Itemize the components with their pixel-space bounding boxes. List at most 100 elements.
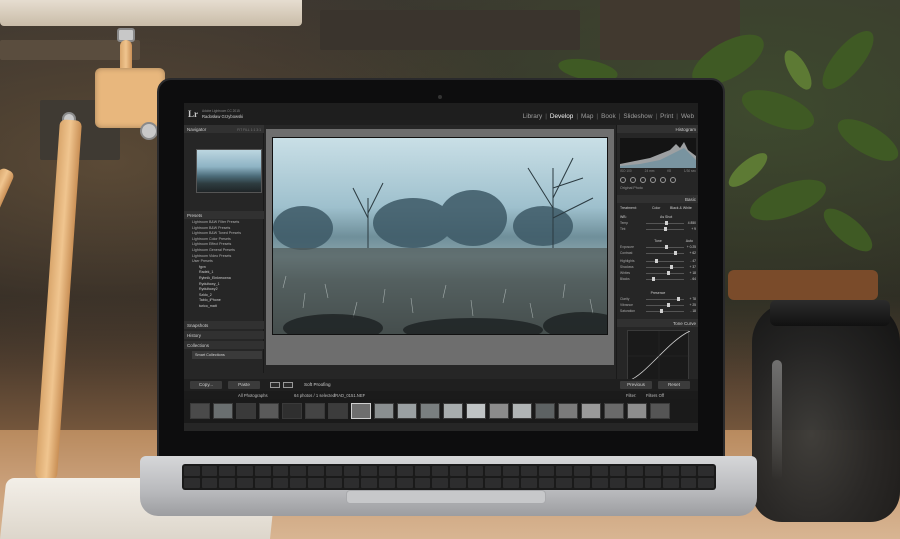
tone-auto-button[interactable]: Auto	[686, 239, 693, 243]
background-book	[320, 10, 580, 50]
copy-settings-button[interactable]: Copy...	[190, 381, 222, 389]
slider-track[interactable]	[646, 311, 684, 312]
history-header[interactable]: History	[184, 331, 264, 339]
filmstrip-thumbnail[interactable]	[466, 403, 486, 419]
before-after-icon[interactable]	[283, 382, 293, 388]
collections-header[interactable]: Collections	[184, 341, 264, 349]
navigator-preview[interactable]	[196, 149, 262, 193]
reset-button[interactable]: Reset	[658, 381, 690, 389]
graduated-filter-icon[interactable]	[650, 177, 656, 183]
filmstrip-thumbnail[interactable]	[535, 403, 555, 419]
filmstrip-thumbnail[interactable]	[305, 403, 325, 419]
previous-button[interactable]: Previous	[620, 381, 652, 389]
filmstrip-thumbnail[interactable]	[213, 403, 233, 419]
filmstrip-thumbnail[interactable]	[190, 403, 210, 419]
treatment-color-option[interactable]: Color	[652, 206, 660, 210]
snapshots-header[interactable]: Snapshots	[184, 321, 264, 329]
slider-thumb[interactable]	[665, 245, 669, 249]
lamp-joint	[95, 68, 165, 128]
slider-track[interactable]	[646, 267, 684, 268]
user-preset[interactable]: turico_matt	[192, 304, 262, 310]
filmstrip-thumbnail[interactable]	[581, 403, 601, 419]
slider-thumb[interactable]	[669, 265, 673, 269]
slider-track[interactable]	[646, 305, 684, 306]
filmstrip-thumbnail[interactable]	[374, 403, 394, 419]
trackpad	[346, 490, 546, 504]
wb-select[interactable]: As Shot	[660, 215, 672, 219]
histogram-header[interactable]: Histogram	[617, 125, 698, 133]
filmstrip-thumbnail[interactable]	[397, 403, 417, 419]
slider-thumb[interactable]	[655, 259, 659, 263]
spot-removal-icon[interactable]	[630, 177, 636, 183]
slider-value[interactable]: + 62	[689, 251, 696, 255]
slider-row: Blacks - 64	[620, 277, 696, 282]
slider-value[interactable]: + 18	[689, 271, 696, 275]
filmstrip-thumbnail[interactable]	[512, 403, 532, 419]
filmstrip-thumbnail[interactable]	[351, 403, 371, 419]
slider-thumb[interactable]	[677, 297, 681, 301]
keyboard-key	[574, 466, 590, 476]
soft-proofing-toggle[interactable]: Soft Proofing	[304, 382, 331, 387]
view-mode-icon[interactable]	[270, 382, 280, 388]
red-eye-icon[interactable]	[640, 177, 646, 183]
slider-thumb[interactable]	[674, 251, 678, 255]
slider-track[interactable]	[646, 261, 684, 262]
paste-settings-button[interactable]: Paste	[228, 381, 260, 389]
filmstrip-thumbnail[interactable]	[236, 403, 256, 419]
keyboard-key	[609, 478, 626, 488]
keyboard-key	[538, 478, 555, 488]
module-map[interactable]: Map	[581, 113, 593, 120]
slider-track[interactable]	[646, 273, 684, 274]
slider-value[interactable]: - 47	[690, 259, 696, 263]
slider-value[interactable]: + 0.25	[687, 245, 696, 249]
filmstrip-thumbnail[interactable]	[259, 403, 279, 419]
filmstrip-thumbnail[interactable]	[328, 403, 348, 419]
filmstrip-thumbnail[interactable]	[627, 403, 647, 419]
slider-label: Contrast	[620, 251, 633, 255]
filter-select[interactable]: Filters Off	[646, 393, 664, 398]
slider-value[interactable]: - 64	[690, 277, 696, 281]
slider-value[interactable]: + 9	[691, 227, 696, 231]
slider-thumb[interactable]	[652, 277, 656, 281]
presets-header[interactable]: Presets	[184, 211, 264, 219]
slider-value[interactable]: 4 850	[688, 221, 696, 225]
crop-tool-icon[interactable]	[620, 177, 626, 183]
module-library[interactable]: Library	[523, 113, 543, 120]
filmstrip-thumbnail[interactable]	[650, 403, 670, 419]
module-slideshow[interactable]: Slideshow	[623, 113, 652, 120]
filmstrip-bar: All Photographs 64 photos / 1 selected /…	[184, 391, 698, 399]
slider-value[interactable]: + 25	[689, 303, 696, 307]
slider-value[interactable]: + 78	[689, 297, 696, 301]
slider-thumb[interactable]	[666, 271, 670, 275]
slider-value[interactable]: - 18	[690, 309, 696, 313]
navigator-header[interactable]: Navigator FIT FILL 1:1 3:1	[184, 125, 264, 133]
slider-value[interactable]: + 37	[689, 265, 696, 269]
filmstrip-thumbnail[interactable]	[443, 403, 463, 419]
filmstrip-thumbnail[interactable]	[282, 403, 302, 419]
tone-curve-graph[interactable]	[627, 330, 691, 382]
brush-icon[interactable]	[670, 177, 676, 183]
keyboard-key	[272, 478, 289, 488]
slider-track[interactable]	[646, 253, 684, 254]
smart-collections-item[interactable]: Smart Collections	[192, 351, 262, 359]
keyboard-key	[450, 478, 466, 488]
treatment-bw-option[interactable]: Black & White	[670, 206, 692, 210]
radial-filter-icon[interactable]	[660, 177, 666, 183]
edited-photo[interactable]	[272, 137, 608, 335]
module-book[interactable]: Book	[601, 113, 616, 120]
filmstrip-thumbnail[interactable]	[604, 403, 624, 419]
slider-thumb[interactable]	[667, 303, 671, 307]
module-print[interactable]: Print	[660, 113, 673, 120]
basic-header[interactable]: Basic	[617, 195, 698, 203]
module-web[interactable]: Web	[681, 113, 694, 120]
filmstrip-thumbnail[interactable]	[420, 403, 440, 419]
module-develop[interactable]: Develop	[550, 113, 573, 120]
slider-thumb[interactable]	[660, 309, 664, 313]
slider-thumb[interactable]	[665, 221, 669, 225]
filmstrip-source[interactable]: All Photographs	[238, 393, 268, 398]
tone-curve-header[interactable]: Tone Curve	[617, 319, 698, 327]
slider-thumb[interactable]	[664, 227, 668, 231]
navigator-zoom-options[interactable]: FIT FILL 1:1 3:1	[237, 128, 261, 132]
filmstrip-thumbnail[interactable]	[489, 403, 509, 419]
filmstrip-thumbnail[interactable]	[558, 403, 578, 419]
